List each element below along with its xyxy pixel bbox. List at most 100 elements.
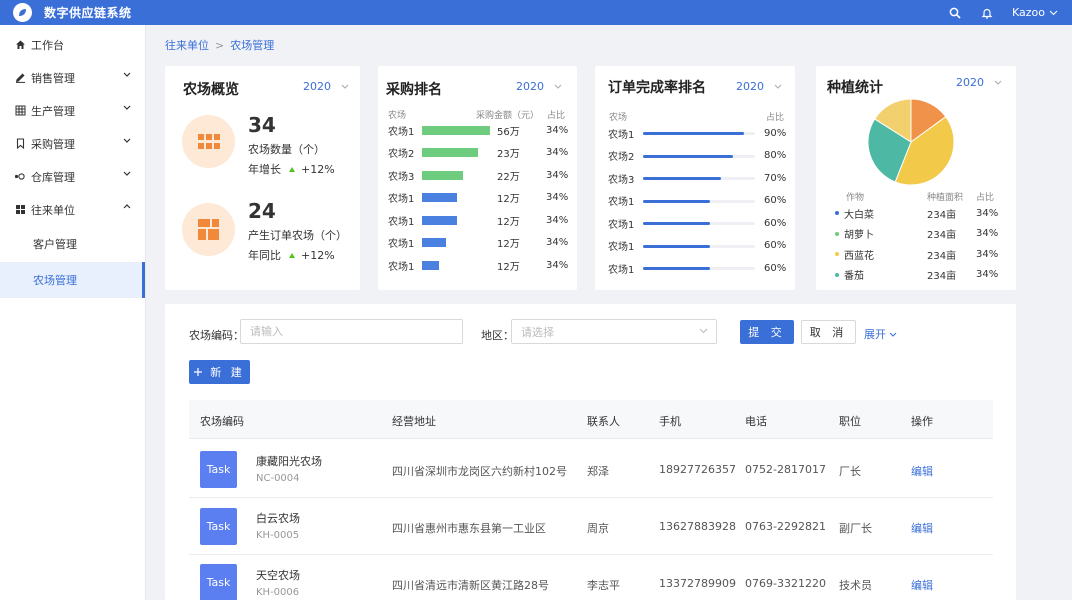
purchase-ratio: 34% <box>546 124 569 136</box>
breadcrumb-current: 农场管理 <box>230 39 275 52</box>
crop-name: 西蓝花 <box>835 246 874 262</box>
growth-value: +12% <box>301 248 335 262</box>
chevron-down-icon <box>699 328 708 334</box>
arrow-up-icon <box>289 252 295 258</box>
sidebar-item-label: 农场管理 <box>33 274 77 287</box>
completion-ratio: 80% <box>764 150 787 161</box>
completion-bar-track <box>643 244 755 248</box>
purchase-amount: 12万 <box>497 216 520 228</box>
completion-bar-fill <box>643 267 710 270</box>
farm-code-label: 农场编码： <box>189 329 244 342</box>
edit-link[interactable]: 编辑 <box>911 520 933 536</box>
new-button-label: 新 建 <box>210 366 245 379</box>
sidebar-item-sales[interactable]: 销售管理 <box>0 61 145 94</box>
purchase-bar <box>422 260 439 270</box>
breadcrumb-parent[interactable]: 往来单位 <box>165 37 209 53</box>
farm-name: 农场2 <box>608 152 635 163</box>
expand-filter-link[interactable]: 展开 <box>864 326 897 342</box>
order-rank-title: 订单完成率排名 <box>608 80 706 96</box>
purchase-bar <box>422 148 478 157</box>
sidebar-item-customers[interactable]: 客户管理 <box>0 226 145 262</box>
purchase-year-select[interactable]: 2020 <box>516 80 562 93</box>
completion-bar-fill <box>643 154 733 158</box>
user-name[interactable]: Kazoo <box>1012 6 1045 19</box>
farm-name: 农场3 <box>388 171 415 183</box>
purchase-ratio: 34% <box>546 147 569 158</box>
row-divider <box>189 497 993 498</box>
chevron-down-icon[interactable] <box>1049 10 1058 16</box>
sidebar-item-production[interactable]: 生产管理 <box>0 94 145 127</box>
mobile-number: 13372789909 <box>659 577 736 590</box>
sidebar-item-label: 销售管理 <box>31 71 75 85</box>
submit-button[interactable]: 提 交 <box>740 320 794 344</box>
home-icon <box>14 39 26 51</box>
completion-bar-track <box>643 177 755 180</box>
edit-link[interactable]: 编辑 <box>911 577 933 593</box>
edit-link[interactable]: 编辑 <box>911 463 933 479</box>
purchase-rank-title: 采购排名 <box>386 82 442 98</box>
sidebar-item-dashboard[interactable]: 工作台 <box>0 28 145 61</box>
new-farm-button[interactable]: 新 建 <box>189 360 250 384</box>
crop-ratio: 34% <box>976 248 999 260</box>
year-value: 2020 <box>516 80 544 93</box>
farm-code-input[interactable] <box>240 319 463 344</box>
cancel-button[interactable]: 取 消 <box>801 320 856 344</box>
bell-icon[interactable] <box>980 6 994 20</box>
farm-code: KH-0005 <box>256 530 300 541</box>
sidebar-item-farms[interactable]: 农场管理 <box>0 262 145 298</box>
farm-name: 农场1 <box>608 129 635 141</box>
farm-count-label: 农场数量（个） <box>248 143 325 156</box>
region-select[interactable]: 请选择 <box>511 319 717 344</box>
purchase-ratio: 34% <box>546 169 569 181</box>
purchase-ratio: 34% <box>546 192 569 203</box>
completion-ratio: 60% <box>764 240 787 251</box>
app-logo-icon <box>13 3 32 22</box>
sidebar-item-label: 仓库管理 <box>31 170 75 184</box>
completion-bar-fill <box>643 199 710 203</box>
crop-name: 胡萝卜 <box>835 226 874 242</box>
purchase-amount: 23万 <box>497 149 520 160</box>
task-badge: Task <box>200 508 237 545</box>
planting-pie-chart <box>867 98 955 186</box>
sidebar-item-partners[interactable]: 往来单位 <box>0 193 145 226</box>
completion-ratio: 60% <box>764 195 787 206</box>
farm-name: 农场1 <box>388 194 415 205</box>
grid-icon <box>14 105 26 117</box>
farm-code: KH-0006 <box>256 587 300 598</box>
planting-card: 种植统计 2020 作物 种植面积 占比 大白菜 234亩 34% 胡萝卜 234亩 34… <box>816 66 1016 290</box>
order-year-select[interactable]: 2020 <box>736 80 782 93</box>
th-action: 操作 <box>911 415 933 428</box>
purchase-ratio: 34% <box>546 214 569 226</box>
purchase-amount: 12万 <box>497 239 520 250</box>
top-bar: 数字供应链系统 Kazoo <box>0 0 1072 25</box>
task-badge: Task <box>200 451 237 488</box>
farm-name: 农场3 <box>608 174 635 186</box>
chevron-up-icon <box>123 204 131 209</box>
year-value: 2020 <box>736 80 764 93</box>
sidebar-item-purchase[interactable]: 采购管理 <box>0 127 145 160</box>
farm-code: NC-0004 <box>256 473 300 484</box>
purchase-bar <box>422 170 463 180</box>
purchase-ratio: 34% <box>546 259 569 271</box>
app-title: 数字供应链系统 <box>44 6 132 20</box>
crop-label: 西蓝花 <box>844 250 874 262</box>
order-farm-label: 产生订单农场（个） <box>248 229 347 242</box>
sidebar-item-warehouse[interactable]: 仓库管理 <box>0 160 145 193</box>
farm-name: 农场1 <box>388 216 415 228</box>
planting-title: 种植统计 <box>827 80 883 96</box>
growth-label: 年同比 <box>248 249 281 262</box>
breadcrumb-separator: > <box>215 38 225 52</box>
phone-number: 0763-2292821 <box>745 520 826 533</box>
growth-value: +12% <box>301 162 335 176</box>
sidebar-item-label: 客户管理 <box>33 238 77 251</box>
header-ratio: 占比 <box>547 111 566 121</box>
contact-name: 周京 <box>587 522 609 535</box>
planting-year-select[interactable]: 2020 <box>956 76 1002 89</box>
crop-area: 234亩 <box>927 250 957 262</box>
search-icon[interactable] <box>948 6 962 20</box>
overview-year-select[interactable]: 2020 <box>303 80 349 93</box>
farm-name: 白云农场 <box>256 512 300 525</box>
crop-label: 大白菜 <box>844 209 874 221</box>
purchase-ratio: 34% <box>546 237 569 248</box>
sidebar: 工作台 销售管理 生产管理 采购管理 仓库管理 往来单位 客户管理 农场管理 <box>0 25 146 600</box>
